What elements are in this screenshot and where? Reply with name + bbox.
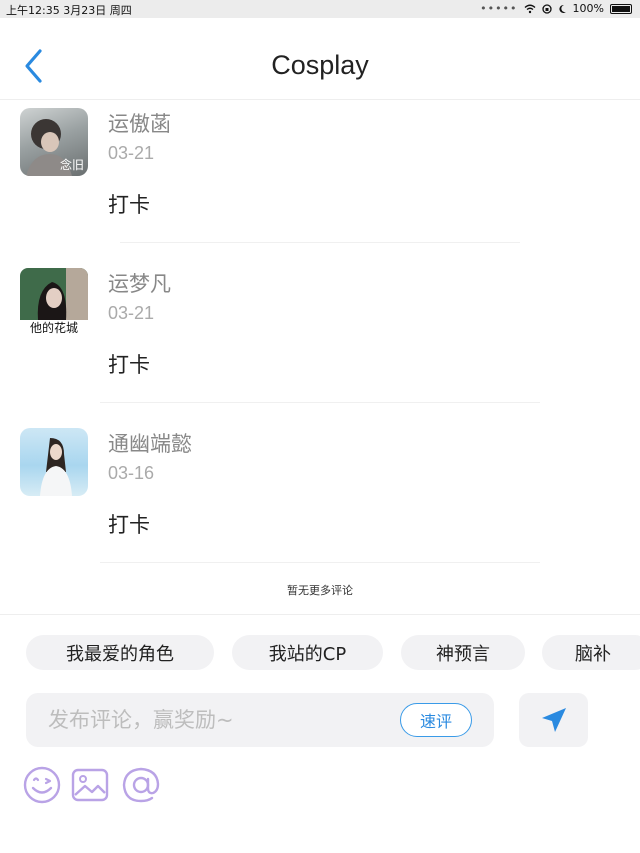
avatar[interactable] xyxy=(20,428,88,496)
image-button[interactable] xyxy=(70,765,110,805)
comment-text: 打卡 xyxy=(108,513,150,537)
comment-date: 03-21 xyxy=(108,143,155,163)
emoji-button[interactable] xyxy=(22,765,62,805)
comment-input-container: 速评 xyxy=(26,693,494,747)
image-icon xyxy=(71,768,109,802)
quick-tag-imagine[interactable]: 脑补 xyxy=(542,635,640,670)
status-bar: 上午12:35 3月23日 周四 ••••• 100% xyxy=(0,0,640,18)
comment-text: 打卡 xyxy=(108,193,150,217)
avatar-caption: 念旧 xyxy=(59,158,84,172)
comment-date: 03-16 xyxy=(108,463,155,483)
comment-author[interactable]: 运梦凡 xyxy=(108,268,171,298)
quick-review-button[interactable]: 速评 xyxy=(400,703,472,737)
quick-tag-prediction[interactable]: 神预言 xyxy=(401,635,525,670)
comment-date: 03-21 xyxy=(108,303,155,323)
moon-icon xyxy=(558,4,566,13)
comment-author[interactable]: 通幽端懿 xyxy=(108,428,192,458)
battery-icon xyxy=(610,3,632,14)
avatar-image xyxy=(20,268,88,320)
page-title: Cosplay xyxy=(271,50,369,80)
battery-percent: 100% xyxy=(572,2,604,15)
divider xyxy=(100,402,540,403)
paper-plane-icon xyxy=(541,708,566,732)
avatar[interactable]: 念旧 xyxy=(20,108,88,176)
comment-composer: 我最爱的角色 我站的CP 神预言 脑补 速评 xyxy=(0,614,640,853)
signal-icon: ••••• xyxy=(480,2,518,15)
comment-text: 打卡 xyxy=(108,353,150,377)
divider xyxy=(100,562,540,563)
comment-input[interactable] xyxy=(26,693,386,747)
mention-button[interactable] xyxy=(121,765,161,805)
quick-tag-cp[interactable]: 我站的CP xyxy=(232,635,383,670)
avatar[interactable]: 他的花城 xyxy=(20,268,88,336)
status-indicators: ••••• 100% xyxy=(480,2,632,15)
divider xyxy=(120,242,520,243)
comment-author[interactable]: 运傲菡 xyxy=(108,108,171,138)
header: Cosplay xyxy=(0,18,640,100)
no-more-comments: 暂无更多评论 xyxy=(287,584,353,597)
send-button[interactable] xyxy=(519,693,588,747)
quick-tag-favorite-character[interactable]: 我最爱的角色 xyxy=(26,635,214,670)
orientation-lock-icon xyxy=(541,3,552,14)
at-icon xyxy=(122,767,160,803)
avatar-caption: 他的花城 xyxy=(29,321,78,335)
emoji-icon xyxy=(23,766,61,804)
status-time-date: 上午12:35 3月23日 周四 xyxy=(6,4,132,17)
wifi-icon xyxy=(524,4,536,13)
avatar-image xyxy=(40,438,72,496)
